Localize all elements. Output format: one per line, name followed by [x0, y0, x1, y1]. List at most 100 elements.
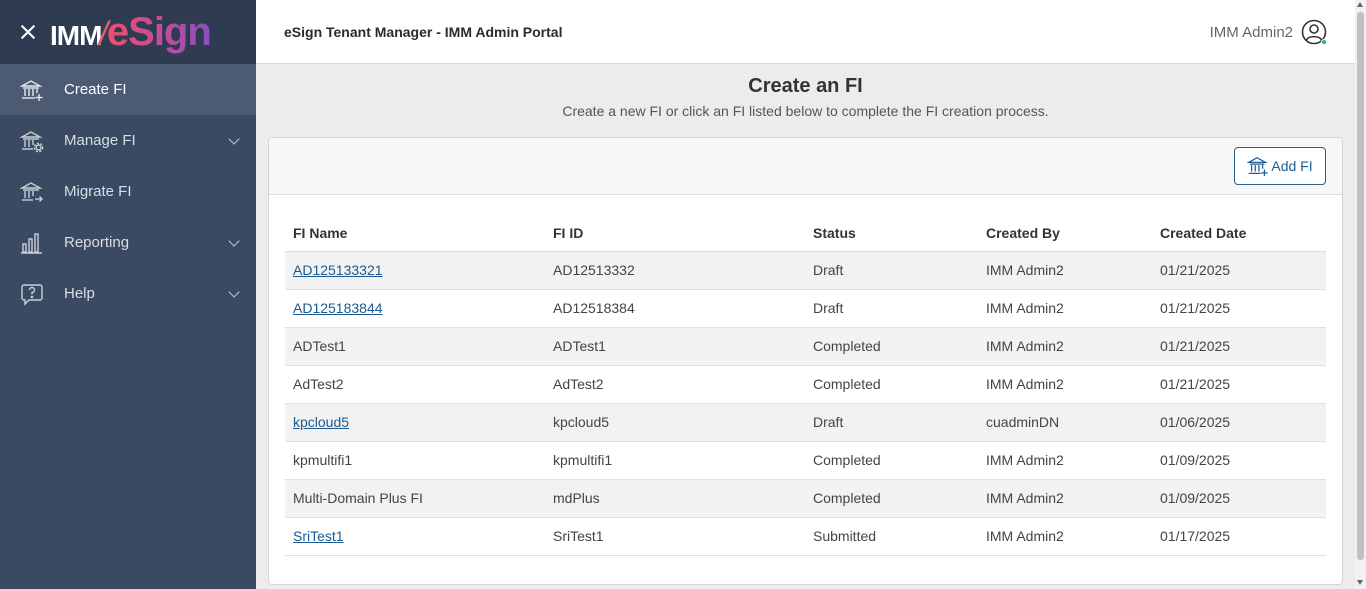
bank-add-icon: [1247, 157, 1269, 177]
fi-id-cell: kpmultifi1: [545, 441, 805, 480]
created-date-cell: 01/09/2025: [1152, 479, 1326, 518]
fi-table: FI Name FI ID Status Created By Created …: [285, 215, 1326, 556]
column-header-fi-name[interactable]: FI Name: [285, 215, 545, 252]
fi-id-cell: mdPlus: [545, 479, 805, 518]
sidebar-item-reporting[interactable]: Reporting: [0, 217, 256, 268]
created-date-cell: 01/21/2025: [1152, 289, 1326, 328]
user-name: IMM Admin2: [1209, 23, 1293, 41]
fi-list-card: Add FI FI Name FI ID Status Created By C…: [268, 137, 1343, 585]
created-date-cell: 01/06/2025: [1152, 403, 1326, 442]
created-by-cell: IMM Admin2: [978, 251, 1152, 290]
fi-id-cell: kpcloud5: [545, 403, 805, 442]
fi-name-link[interactable]: AD125183844: [293, 300, 383, 316]
bar-chart-icon: [20, 231, 44, 255]
fi-id-cell: AD12513332: [545, 251, 805, 290]
portal-title: eSign Tenant Manager - IMM Admin Portal: [284, 23, 563, 40]
sidebar-item-manage-fi[interactable]: Manage FI: [0, 115, 256, 166]
fi-name-cell: kpcloud5: [285, 403, 545, 442]
sidebar-item-label: Reporting: [64, 234, 130, 251]
created-date-cell: 01/09/2025: [1152, 441, 1326, 480]
top-bar: eSign Tenant Manager - IMM Admin Portal …: [256, 0, 1355, 64]
status-cell: Completed: [805, 441, 978, 480]
fi-name-cell: Multi-Domain Plus FI: [285, 479, 545, 518]
created-by-cell: IMM Admin2: [978, 365, 1152, 404]
sidebar-item-create-fi[interactable]: Create FI: [0, 64, 256, 115]
status-cell: Completed: [805, 327, 978, 366]
fi-name-link[interactable]: SriTest1: [293, 528, 344, 544]
created-by-cell: IMM Admin2: [978, 327, 1152, 366]
fi-name-cell: AD125133321: [285, 251, 545, 290]
scroll-up-arrow-icon[interactable]: [1357, 2, 1363, 7]
sidebar-item-label: Manage FI: [64, 132, 136, 149]
chevron-down-icon: [228, 286, 240, 298]
sidebar-item-label: Migrate FI: [64, 183, 132, 200]
status-cell: Draft: [805, 289, 978, 328]
scroll-down-arrow-icon[interactable]: [1357, 580, 1363, 585]
sidebar-item-migrate-fi[interactable]: Migrate FI: [0, 166, 256, 217]
table-row[interactable]: AD125133321 AD12513332 Draft IMM Admin2 …: [285, 251, 1326, 290]
user-menu[interactable]: IMM Admin2: [1210, 19, 1327, 45]
card-header: Add FI: [269, 138, 1342, 195]
created-date-cell: 01/21/2025: [1152, 365, 1326, 404]
close-icon[interactable]: [18, 22, 38, 42]
fi-id-cell: AdTest2: [545, 365, 805, 404]
table-row[interactable]: ADTest1 ADTest1 Completed IMM Admin2 01/…: [285, 327, 1326, 366]
column-header-created-date[interactable]: Created Date: [1152, 215, 1326, 252]
page-subtitle: Create a new FI or click an FI listed be…: [562, 103, 1049, 119]
status-cell: Submitted: [805, 517, 978, 556]
fi-name-cell: AdTest2: [285, 365, 545, 404]
imm-esign-logo: IMM / eSign: [50, 9, 212, 55]
main-content: Create an FI Create a new FI or click an…: [256, 65, 1355, 589]
help-icon: [20, 282, 44, 306]
column-header-created-by[interactable]: Created By: [978, 215, 1152, 252]
chevron-down-icon: [228, 133, 240, 145]
table-row[interactable]: SriTest1 SriTest1 Submitted IMM Admin2 0…: [285, 517, 1326, 556]
logo-esign-text: eSign: [106, 9, 212, 54]
bank-arrow-icon: [20, 180, 44, 204]
sidebar-item-help[interactable]: Help: [0, 268, 256, 319]
column-header-fi-id[interactable]: FI ID: [545, 215, 805, 252]
created-by-cell: IMM Admin2: [978, 517, 1152, 556]
page-scrollbar[interactable]: [1355, 0, 1366, 589]
fi-name-cell: ADTest1: [285, 327, 545, 366]
page-title: Create an FI: [748, 75, 863, 97]
chevron-down-icon: [228, 235, 240, 247]
fi-name-cell: AD125183844: [285, 289, 545, 328]
status-cell: Completed: [805, 479, 978, 518]
bank-gear-icon: [20, 129, 44, 153]
table-header-row: FI Name FI ID Status Created By Created …: [285, 215, 1326, 252]
fi-name-cell: SriTest1: [285, 517, 545, 556]
fi-name-link[interactable]: kpcloud5: [293, 414, 349, 430]
logo-imm-text: IMM: [50, 19, 102, 51]
fi-name-link[interactable]: AD125133321: [293, 262, 383, 278]
table-row[interactable]: AdTest2 AdTest2 Completed IMM Admin2 01/…: [285, 365, 1326, 404]
fi-name-cell: kpmultifi1: [285, 441, 545, 480]
sidebar: IMM / eSign Create FI Manage FI Migrate …: [0, 0, 256, 589]
created-date-cell: 01/21/2025: [1152, 251, 1326, 290]
brand-bar: IMM / eSign: [0, 0, 256, 64]
created-by-cell: cuadminDN: [978, 403, 1152, 442]
created-by-cell: IMM Admin2: [978, 479, 1152, 518]
created-date-cell: 01/21/2025: [1152, 327, 1326, 366]
sidebar-item-label: Create FI: [64, 81, 127, 98]
table-row[interactable]: kpmultifi1 kpmultifi1 Completed IMM Admi…: [285, 441, 1326, 480]
bank-add-icon: [20, 78, 44, 102]
sidebar-item-label: Help: [64, 285, 95, 302]
add-fi-button[interactable]: Add FI: [1234, 147, 1326, 185]
status-cell: Draft: [805, 403, 978, 442]
created-by-cell: IMM Admin2: [978, 289, 1152, 328]
table-row[interactable]: AD125183844 AD12518384 Draft IMM Admin2 …: [285, 289, 1326, 328]
fi-id-cell: ADTest1: [545, 327, 805, 366]
table-row[interactable]: Multi-Domain Plus FI mdPlus Completed IM…: [285, 479, 1326, 518]
status-cell: Draft: [805, 251, 978, 290]
fi-id-cell: AD12518384: [545, 289, 805, 328]
created-by-cell: IMM Admin2: [978, 441, 1152, 480]
scrollbar-thumb[interactable]: [1357, 12, 1364, 560]
fi-id-cell: SriTest1: [545, 517, 805, 556]
column-header-status[interactable]: Status: [805, 215, 978, 252]
user-avatar-icon[interactable]: [1301, 19, 1327, 45]
status-cell: Completed: [805, 365, 978, 404]
online-status-dot: [1321, 39, 1327, 45]
add-fi-label: Add FI: [1271, 158, 1313, 174]
table-row[interactable]: kpcloud5 kpcloud5 Draft cuadminDN 01/06/…: [285, 403, 1326, 442]
